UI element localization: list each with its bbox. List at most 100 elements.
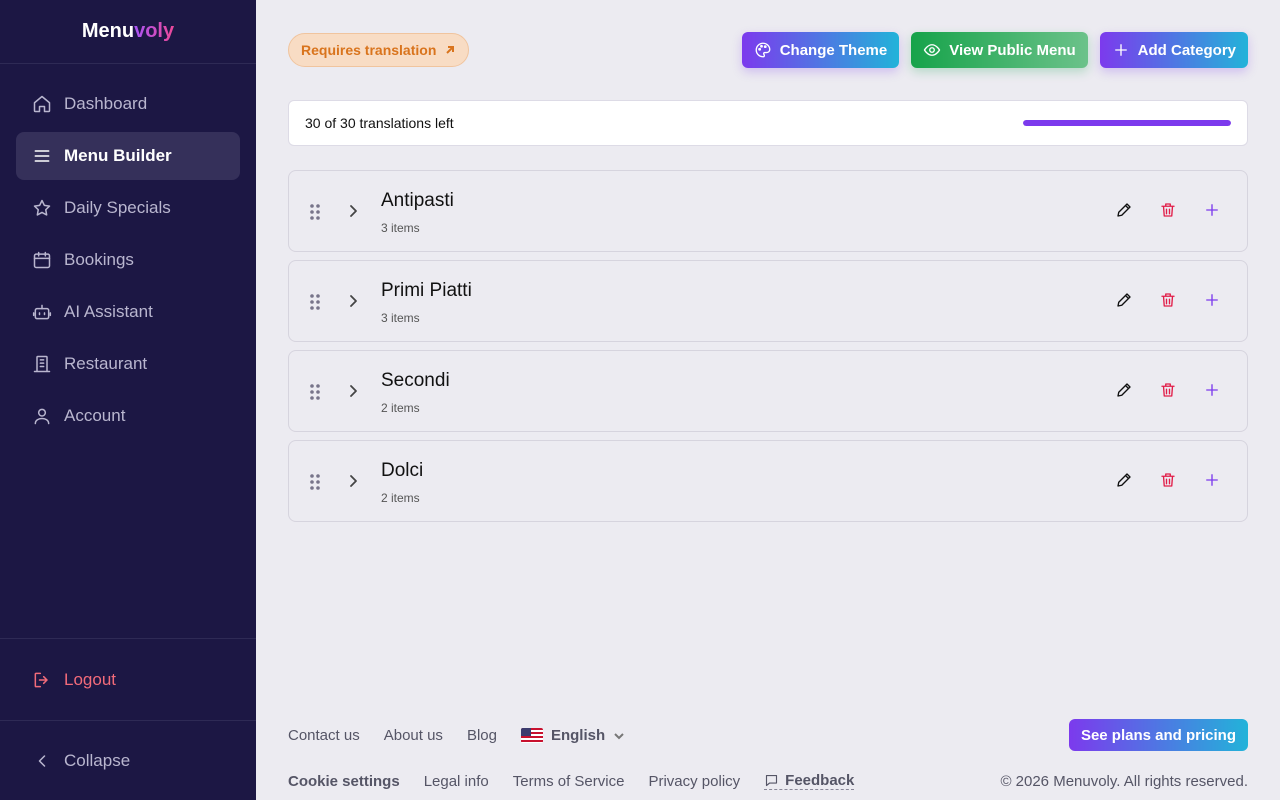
translations-left-text: 30 of 30 translations left	[305, 115, 454, 131]
add-category-button[interactable]: Add Category	[1099, 32, 1248, 68]
sidebar-item-account[interactable]: Account	[16, 392, 240, 440]
add-item-button[interactable]	[1203, 471, 1223, 491]
us-flag-icon	[520, 728, 543, 743]
calendar-icon	[33, 251, 51, 269]
language-label: English	[550, 727, 606, 744]
eye-icon	[924, 44, 941, 56]
sidebar-item-label: Restaurant	[64, 354, 148, 373]
category-item-count: 3 items	[381, 221, 420, 235]
legal-info-link[interactable]: Legal info	[424, 773, 489, 790]
category-name: Primi Piatti	[381, 280, 472, 301]
edit-category-button[interactable]	[1115, 381, 1135, 401]
sidebar-item-label: Daily Specials	[64, 198, 171, 217]
add-item-button[interactable]	[1203, 381, 1223, 401]
delete-category-button[interactable]	[1159, 381, 1179, 401]
plus-icon	[1206, 384, 1218, 396]
drag-handle-icon[interactable]	[307, 292, 323, 312]
category-name: Secondi	[381, 370, 450, 391]
chevron-down-icon	[614, 732, 624, 739]
plans-pricing-button[interactable]: See plans and pricing	[1068, 719, 1248, 751]
pencil-icon	[1117, 203, 1131, 217]
plus-icon	[1206, 294, 1218, 306]
logout-label: Logout	[64, 669, 116, 689]
trash-icon	[1161, 383, 1175, 397]
trash-icon	[1161, 293, 1175, 307]
user-icon	[34, 408, 50, 425]
building-icon	[33, 355, 51, 373]
chevron-right-icon[interactable]	[343, 291, 363, 311]
menu-lines-icon	[34, 150, 50, 162]
category-item-count: 3 items	[381, 311, 420, 325]
copyright-text: © 2026 Menuvoly. All rights reserved.	[1000, 773, 1248, 790]
feedback-button[interactable]: Feedback	[764, 772, 855, 790]
drag-handle-icon[interactable]	[307, 202, 323, 222]
home-icon	[33, 95, 51, 113]
app-logo[interactable]: Menu voly	[0, 0, 256, 64]
logo-text-main: Menu	[81, 20, 135, 42]
arrow-up-right-icon	[446, 46, 455, 54]
sidebar-nav: Dashboard Menu Builder Daily Specials Bo…	[0, 64, 256, 460]
collapse-label: Collapse	[64, 750, 131, 770]
sidebar-item-restaurant[interactable]: Restaurant	[16, 340, 240, 388]
category-row: Dolci 2 items	[288, 440, 1248, 522]
chevron-right-icon[interactable]	[343, 381, 363, 401]
sidebar: Menu voly Dashboard Menu Builder Daily Sp…	[0, 0, 256, 800]
translations-progress-card: 30 of 30 translations left	[288, 100, 1248, 146]
chevron-left-icon	[38, 754, 46, 767]
translations-progress-fill	[1023, 120, 1231, 126]
drag-handle-icon[interactable]	[307, 382, 323, 402]
pencil-icon	[1117, 383, 1131, 397]
robot-icon	[32, 304, 52, 320]
sidebar-item-ai-assistant[interactable]: AI Assistant	[16, 288, 240, 336]
sidebar-item-label: Bookings	[64, 250, 134, 269]
contact-link[interactable]: Contact us	[288, 727, 360, 744]
cookie-settings-link[interactable]: Cookie settings	[288, 773, 400, 790]
toolbar-buttons: Change Theme View Public Menu Add Catego…	[730, 32, 1248, 68]
blog-link[interactable]: Blog	[467, 727, 497, 744]
toolbar: Requires translation Change Theme View P…	[288, 32, 1248, 68]
message-icon	[766, 774, 778, 787]
change-theme-label: Change Theme	[779, 41, 888, 59]
terms-link[interactable]: Terms of Service	[513, 773, 625, 790]
sidebar-bottom: Logout Collapse	[0, 638, 256, 800]
delete-category-button[interactable]	[1159, 471, 1179, 491]
privacy-link[interactable]: Privacy policy	[648, 773, 740, 790]
sidebar-item-dashboard[interactable]: Dashboard	[16, 80, 240, 128]
sidebar-item-label: Account	[64, 406, 126, 425]
logout-icon	[34, 672, 48, 687]
chevron-right-icon[interactable]	[343, 471, 363, 491]
category-item-count: 2 items	[381, 491, 420, 505]
delete-category-button[interactable]	[1159, 201, 1179, 221]
edit-category-button[interactable]	[1115, 471, 1135, 491]
sidebar-item-menu-builder[interactable]: Menu Builder	[16, 132, 240, 180]
requires-translation-badge[interactable]: Requires translation	[288, 33, 470, 67]
trash-icon	[1161, 203, 1175, 217]
collapse-button[interactable]: Collapse	[0, 720, 256, 800]
view-public-menu-label: View Public Menu	[949, 41, 1076, 59]
change-theme-button[interactable]: Change Theme	[741, 32, 900, 68]
edit-category-button[interactable]	[1115, 291, 1135, 311]
category-list: Antipasti 3 items Primi Piatti 3 items S…	[288, 170, 1248, 530]
about-link[interactable]: About us	[384, 727, 443, 744]
pencil-icon	[1117, 293, 1131, 307]
chevron-right-icon[interactable]	[343, 201, 363, 221]
trash-icon	[1161, 473, 1175, 487]
view-public-menu-button[interactable]: View Public Menu	[911, 32, 1088, 68]
delete-category-button[interactable]	[1159, 291, 1179, 311]
star-icon	[33, 199, 51, 216]
footer-links: Contact us About us Blog English	[288, 727, 625, 744]
add-item-button[interactable]	[1203, 291, 1223, 311]
sidebar-item-daily-specials[interactable]: Daily Specials	[16, 184, 240, 232]
logout-button[interactable]: Logout	[0, 638, 256, 720]
edit-category-button[interactable]	[1115, 201, 1135, 221]
category-row: Secondi 2 items	[288, 350, 1248, 432]
category-name: Antipasti	[381, 190, 454, 211]
plus-icon	[1206, 474, 1218, 486]
sidebar-item-bookings[interactable]: Bookings	[16, 236, 240, 284]
language-selector[interactable]: English	[520, 727, 625, 744]
plus-icon	[1114, 44, 1127, 56]
drag-handle-icon[interactable]	[307, 472, 323, 492]
add-item-button[interactable]	[1203, 201, 1223, 221]
add-category-label: Add Category	[1137, 41, 1236, 59]
palette-icon	[755, 42, 771, 58]
